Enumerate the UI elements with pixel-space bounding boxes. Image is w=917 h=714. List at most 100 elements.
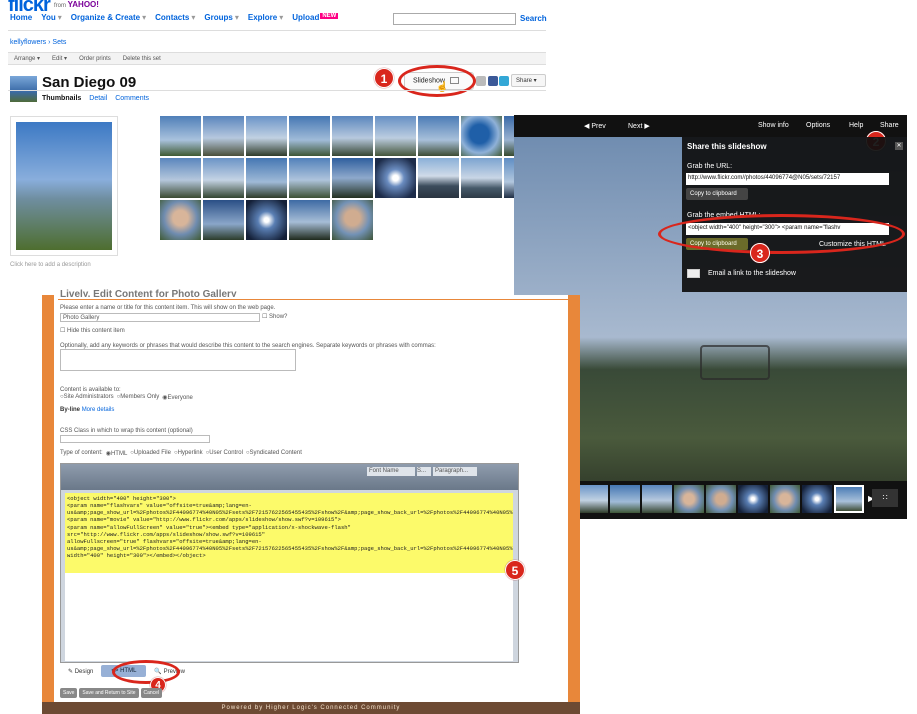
facebook-icon[interactable]	[488, 76, 498, 86]
photo-thumbnail[interactable]	[461, 116, 502, 156]
nav-you[interactable]: You ▾	[41, 13, 62, 25]
photo-thumbnail[interactable]	[332, 116, 373, 156]
divider	[58, 299, 568, 300]
css-class-field[interactable]	[60, 435, 210, 443]
divider	[8, 90, 546, 91]
filmstrip: ▶	[576, 481, 907, 519]
fullscreen-icon[interactable]: ∷	[872, 489, 898, 507]
photo-thumbnail[interactable]	[375, 116, 416, 156]
email-link[interactable]: Email a link to the slideshow	[708, 270, 796, 277]
copy-url-button[interactable]: Copy to clipboard	[686, 188, 748, 200]
description-hint[interactable]: Click here to add a description	[10, 262, 91, 268]
filmstrip-thumb[interactable]	[706, 485, 736, 513]
photo-thumbnail[interactable]	[246, 200, 287, 240]
hide-checkbox[interactable]: ☐ Hide this content item	[60, 327, 125, 334]
nav-groups[interactable]: Groups ▾	[204, 13, 238, 25]
help-link[interactable]: Help	[849, 122, 863, 129]
options-link[interactable]: Options	[806, 122, 830, 129]
filmstrip-thumb[interactable]	[770, 485, 800, 513]
photo-thumbnail[interactable]	[461, 158, 502, 198]
callout-badge-3: 3	[750, 243, 770, 263]
search-input[interactable]	[393, 13, 516, 25]
photo-thumbnail[interactable]	[160, 200, 201, 240]
save-return-button[interactable]: Save and Return to Site	[79, 688, 139, 698]
twitter-icon[interactable]	[499, 76, 509, 86]
callout-badge-5: 5	[505, 560, 525, 580]
photo-thumbnail[interactable]	[289, 158, 330, 198]
name-field[interactable]: Photo Gallery	[60, 313, 260, 322]
email-icon[interactable]	[476, 76, 486, 86]
photo-thumbnail[interactable]	[160, 116, 201, 156]
radio-everyone[interactable]: ◉Everyone	[162, 394, 193, 401]
cms-edit-page: Lively, Edit Content for Photo Gallery P…	[42, 289, 580, 714]
save-button[interactable]: Save	[60, 688, 78, 698]
filmstrip-thumb[interactable]	[674, 485, 704, 513]
radio-site-admins[interactable]: ○Site Administrators	[60, 394, 114, 401]
font-name-select[interactable]: Font Name	[367, 467, 415, 476]
editor-body[interactable]	[65, 573, 513, 661]
grab-url-label: Grab the URL:	[687, 163, 733, 170]
paragraph-select[interactable]: Paragraph...	[433, 467, 477, 476]
photo-thumbnail[interactable]	[160, 158, 201, 198]
delete-set-link[interactable]: Delete this set	[123, 56, 161, 62]
photo-thumbnail[interactable]	[246, 116, 287, 156]
show-checkbox[interactable]: ☐ Show?	[262, 313, 287, 320]
show-info-link[interactable]: Show info	[758, 122, 789, 129]
radio-user-control[interactable]: ○User Control	[206, 450, 243, 457]
close-icon[interactable]: ✕	[895, 142, 903, 150]
photo-thumbnail[interactable]	[418, 116, 459, 156]
keywords-textarea[interactable]	[60, 349, 296, 371]
photo-thumbnail[interactable]	[332, 158, 373, 198]
arrange-menu[interactable]: Arrange ▾	[14, 55, 40, 62]
photo-thumbnail[interactable]	[289, 116, 330, 156]
filmstrip-thumb[interactable]	[610, 485, 640, 513]
nav-upload[interactable]: Upload NEW	[292, 13, 339, 25]
radio-html[interactable]: ◉HTML	[106, 450, 128, 457]
filmstrip-thumb[interactable]	[642, 485, 672, 513]
share-link[interactable]: Share	[880, 122, 899, 129]
url-field[interactable]: http://www.flickr.com//photos/44096774@N…	[686, 173, 889, 185]
filmstrip-thumb[interactable]	[802, 485, 832, 513]
radio-uploaded-file[interactable]: ○Uploaded File	[130, 450, 171, 457]
next-button[interactable]: Next ▶	[628, 122, 650, 130]
editor-toolbar: Font Name S... Paragraph...	[61, 464, 518, 490]
tab-design[interactable]: ✎ Design	[68, 668, 93, 675]
slideshow-topbar: ◀ Prev Next ▶ Show info Options Help Sha…	[514, 115, 907, 137]
set-cover-photo[interactable]	[10, 116, 118, 256]
photo-thumbnail[interactable]	[332, 200, 373, 240]
filmstrip-thumb[interactable]	[578, 485, 608, 513]
search-button[interactable]: Search	[520, 14, 547, 23]
photo-thumbnail[interactable]	[203, 200, 244, 240]
nav-home[interactable]: Home	[10, 13, 32, 25]
cancel-button[interactable]: Cancel	[140, 688, 163, 698]
photo-thumbnail[interactable]	[203, 116, 244, 156]
font-size-select[interactable]: S...	[417, 467, 431, 476]
tab-detail[interactable]: Detail	[89, 95, 107, 102]
tab-comments[interactable]: Comments	[115, 95, 149, 102]
photo-thumbnail[interactable]	[203, 158, 244, 198]
filmstrip-thumb-selected[interactable]	[834, 485, 864, 513]
prev-button[interactable]: ◀ Prev	[584, 122, 606, 130]
tab-thumbnails[interactable]: Thumbnails	[42, 95, 81, 102]
nav-explore[interactable]: Explore ▾	[248, 13, 283, 25]
radio-hyperlink[interactable]: ○Hyperlink	[174, 450, 203, 457]
content-type-label: Type of content:	[60, 450, 103, 456]
embed-code-text[interactable]: <object width="400" height="300"> <param…	[65, 493, 513, 573]
photo-thumbnail[interactable]	[418, 158, 459, 198]
order-prints-link[interactable]: Order prints	[79, 56, 111, 62]
photo-thumbnail[interactable]	[289, 200, 330, 240]
nav-contacts[interactable]: Contacts ▾	[155, 13, 195, 25]
breadcrumb[interactable]: kellyflowers › Sets	[10, 39, 66, 46]
edit-menu[interactable]: Edit ▾	[52, 55, 67, 62]
callout-badge-1: 1	[374, 68, 394, 88]
byline-details-link[interactable]: More details	[82, 407, 115, 413]
share-panel-title: Share this slideshow	[687, 142, 767, 151]
radio-syndicated[interactable]: ○Syndicated Content	[246, 450, 302, 457]
radio-members-only[interactable]: ○Members Only	[117, 394, 160, 401]
photo-thumbnail[interactable]	[375, 158, 416, 198]
share-button[interactable]: Share ▾	[511, 74, 546, 87]
filmstrip-thumb[interactable]	[738, 485, 768, 513]
chevron-down-icon: ▾	[191, 13, 196, 22]
photo-thumbnail[interactable]	[246, 158, 287, 198]
nav-organize[interactable]: Organize & Create ▾	[71, 13, 146, 25]
